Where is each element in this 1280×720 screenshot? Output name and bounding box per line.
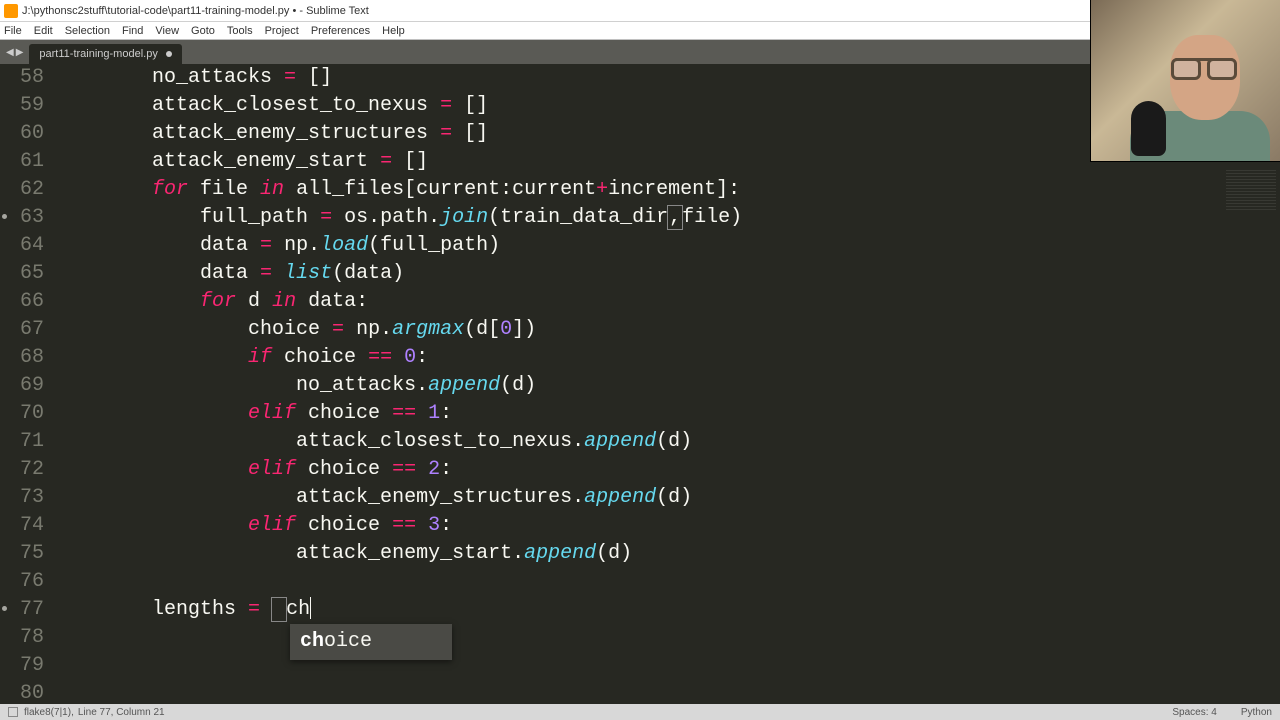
code-line[interactable]: choice = np.argmax(d[0])	[56, 316, 1280, 344]
line-number: 76	[0, 568, 44, 596]
line-number: 59	[0, 92, 44, 120]
code-line[interactable]: for file in all_files[current:current+in…	[56, 176, 1280, 204]
status-indent[interactable]: Spaces: 4	[1172, 707, 1216, 718]
code-line[interactable]: attack_enemy_structures.append(d)	[56, 484, 1280, 512]
menu-project[interactable]: Project	[265, 25, 299, 37]
minimap[interactable]	[1226, 170, 1276, 210]
code-line[interactable]: attack_enemy_start.append(d)	[56, 540, 1280, 568]
code-line[interactable]	[56, 568, 1280, 596]
title-bar: J:\pythonsc2stuff\tutorial-code\part11-t…	[0, 0, 1280, 22]
line-number: 62	[0, 176, 44, 204]
line-number: 73	[0, 484, 44, 512]
code-line[interactable]: elif choice == 1:	[56, 400, 1280, 428]
code-line[interactable]	[56, 624, 1280, 652]
line-number: 71	[0, 428, 44, 456]
line-number: 65	[0, 260, 44, 288]
line-number: 70	[0, 400, 44, 428]
line-number: 60	[0, 120, 44, 148]
code-line[interactable]: full_path = os.path.join(train_data_dir,…	[56, 204, 1280, 232]
status-syntax[interactable]: Python	[1241, 707, 1272, 718]
line-number: 72	[0, 456, 44, 484]
line-number: 67	[0, 316, 44, 344]
menu-find[interactable]: Find	[122, 25, 143, 37]
line-number: 69	[0, 372, 44, 400]
code-line[interactable]: data = np.load(full_path)	[56, 232, 1280, 260]
menu-selection[interactable]: Selection	[65, 25, 110, 37]
line-number: 78	[0, 624, 44, 652]
line-number: 66	[0, 288, 44, 316]
menu-goto[interactable]: Goto	[191, 25, 215, 37]
code-line[interactable]: elif choice == 3:	[56, 512, 1280, 540]
panel-switcher-icon[interactable]	[8, 707, 18, 717]
status-position[interactable]: Line 77, Column 21	[78, 707, 165, 718]
line-number: 63	[0, 204, 44, 232]
menu-view[interactable]: View	[155, 25, 179, 37]
nav-arrows[interactable]: ◀ ▶	[0, 40, 29, 64]
code-line[interactable]: elif choice == 2:	[56, 456, 1280, 484]
status-bar: flake8(7|1), Line 77, Column 21 Spaces: …	[0, 704, 1280, 720]
line-number: 77	[0, 596, 44, 624]
line-number: 79	[0, 652, 44, 680]
line-number: 74	[0, 512, 44, 540]
nav-back-icon[interactable]: ◀	[6, 47, 14, 58]
app-icon	[4, 4, 18, 18]
line-number: 58	[0, 64, 44, 92]
autocomplete-match: ch	[300, 630, 324, 653]
menu-file[interactable]: File	[4, 25, 22, 37]
tab-active[interactable]: part11-training-model.py	[29, 44, 181, 64]
nav-fwd-icon[interactable]: ▶	[16, 47, 24, 58]
line-number: 68	[0, 344, 44, 372]
line-number: 64	[0, 232, 44, 260]
menu-help[interactable]: Help	[382, 25, 405, 37]
dirty-indicator-icon	[166, 51, 172, 57]
menu-preferences[interactable]: Preferences	[311, 25, 370, 37]
line-number: 61	[0, 148, 44, 176]
window-title: J:\pythonsc2stuff\tutorial-code\part11-t…	[22, 5, 369, 17]
menu-edit[interactable]: Edit	[34, 25, 53, 37]
autocomplete-rest: oice	[324, 630, 372, 653]
code-line[interactable]	[56, 652, 1280, 680]
status-linter[interactable]: flake8(7|1),	[24, 707, 74, 718]
menu-tools[interactable]: Tools	[227, 25, 253, 37]
webcam-overlay	[1090, 0, 1280, 162]
code-line[interactable]: for d in data:	[56, 288, 1280, 316]
autocomplete-popup[interactable]: choice	[290, 624, 452, 660]
tab-label: part11-training-model.py	[39, 48, 157, 60]
code-line[interactable]: attack_closest_to_nexus.append(d)	[56, 428, 1280, 456]
code-line[interactable]: if choice == 0:	[56, 344, 1280, 372]
line-number: 75	[0, 540, 44, 568]
tab-strip: ◀ ▶ part11-training-model.py	[0, 40, 1280, 64]
code-line[interactable]: data = list(data)	[56, 260, 1280, 288]
menu-bar[interactable]: File Edit Selection Find View Goto Tools…	[0, 22, 1280, 40]
code-line[interactable]: no_attacks.append(d)	[56, 372, 1280, 400]
gutter: 5859606162636465666768697071727374757677…	[0, 64, 56, 704]
code-line[interactable]: lengths = ch	[56, 596, 1280, 624]
editor[interactable]: 5859606162636465666768697071727374757677…	[0, 64, 1280, 704]
